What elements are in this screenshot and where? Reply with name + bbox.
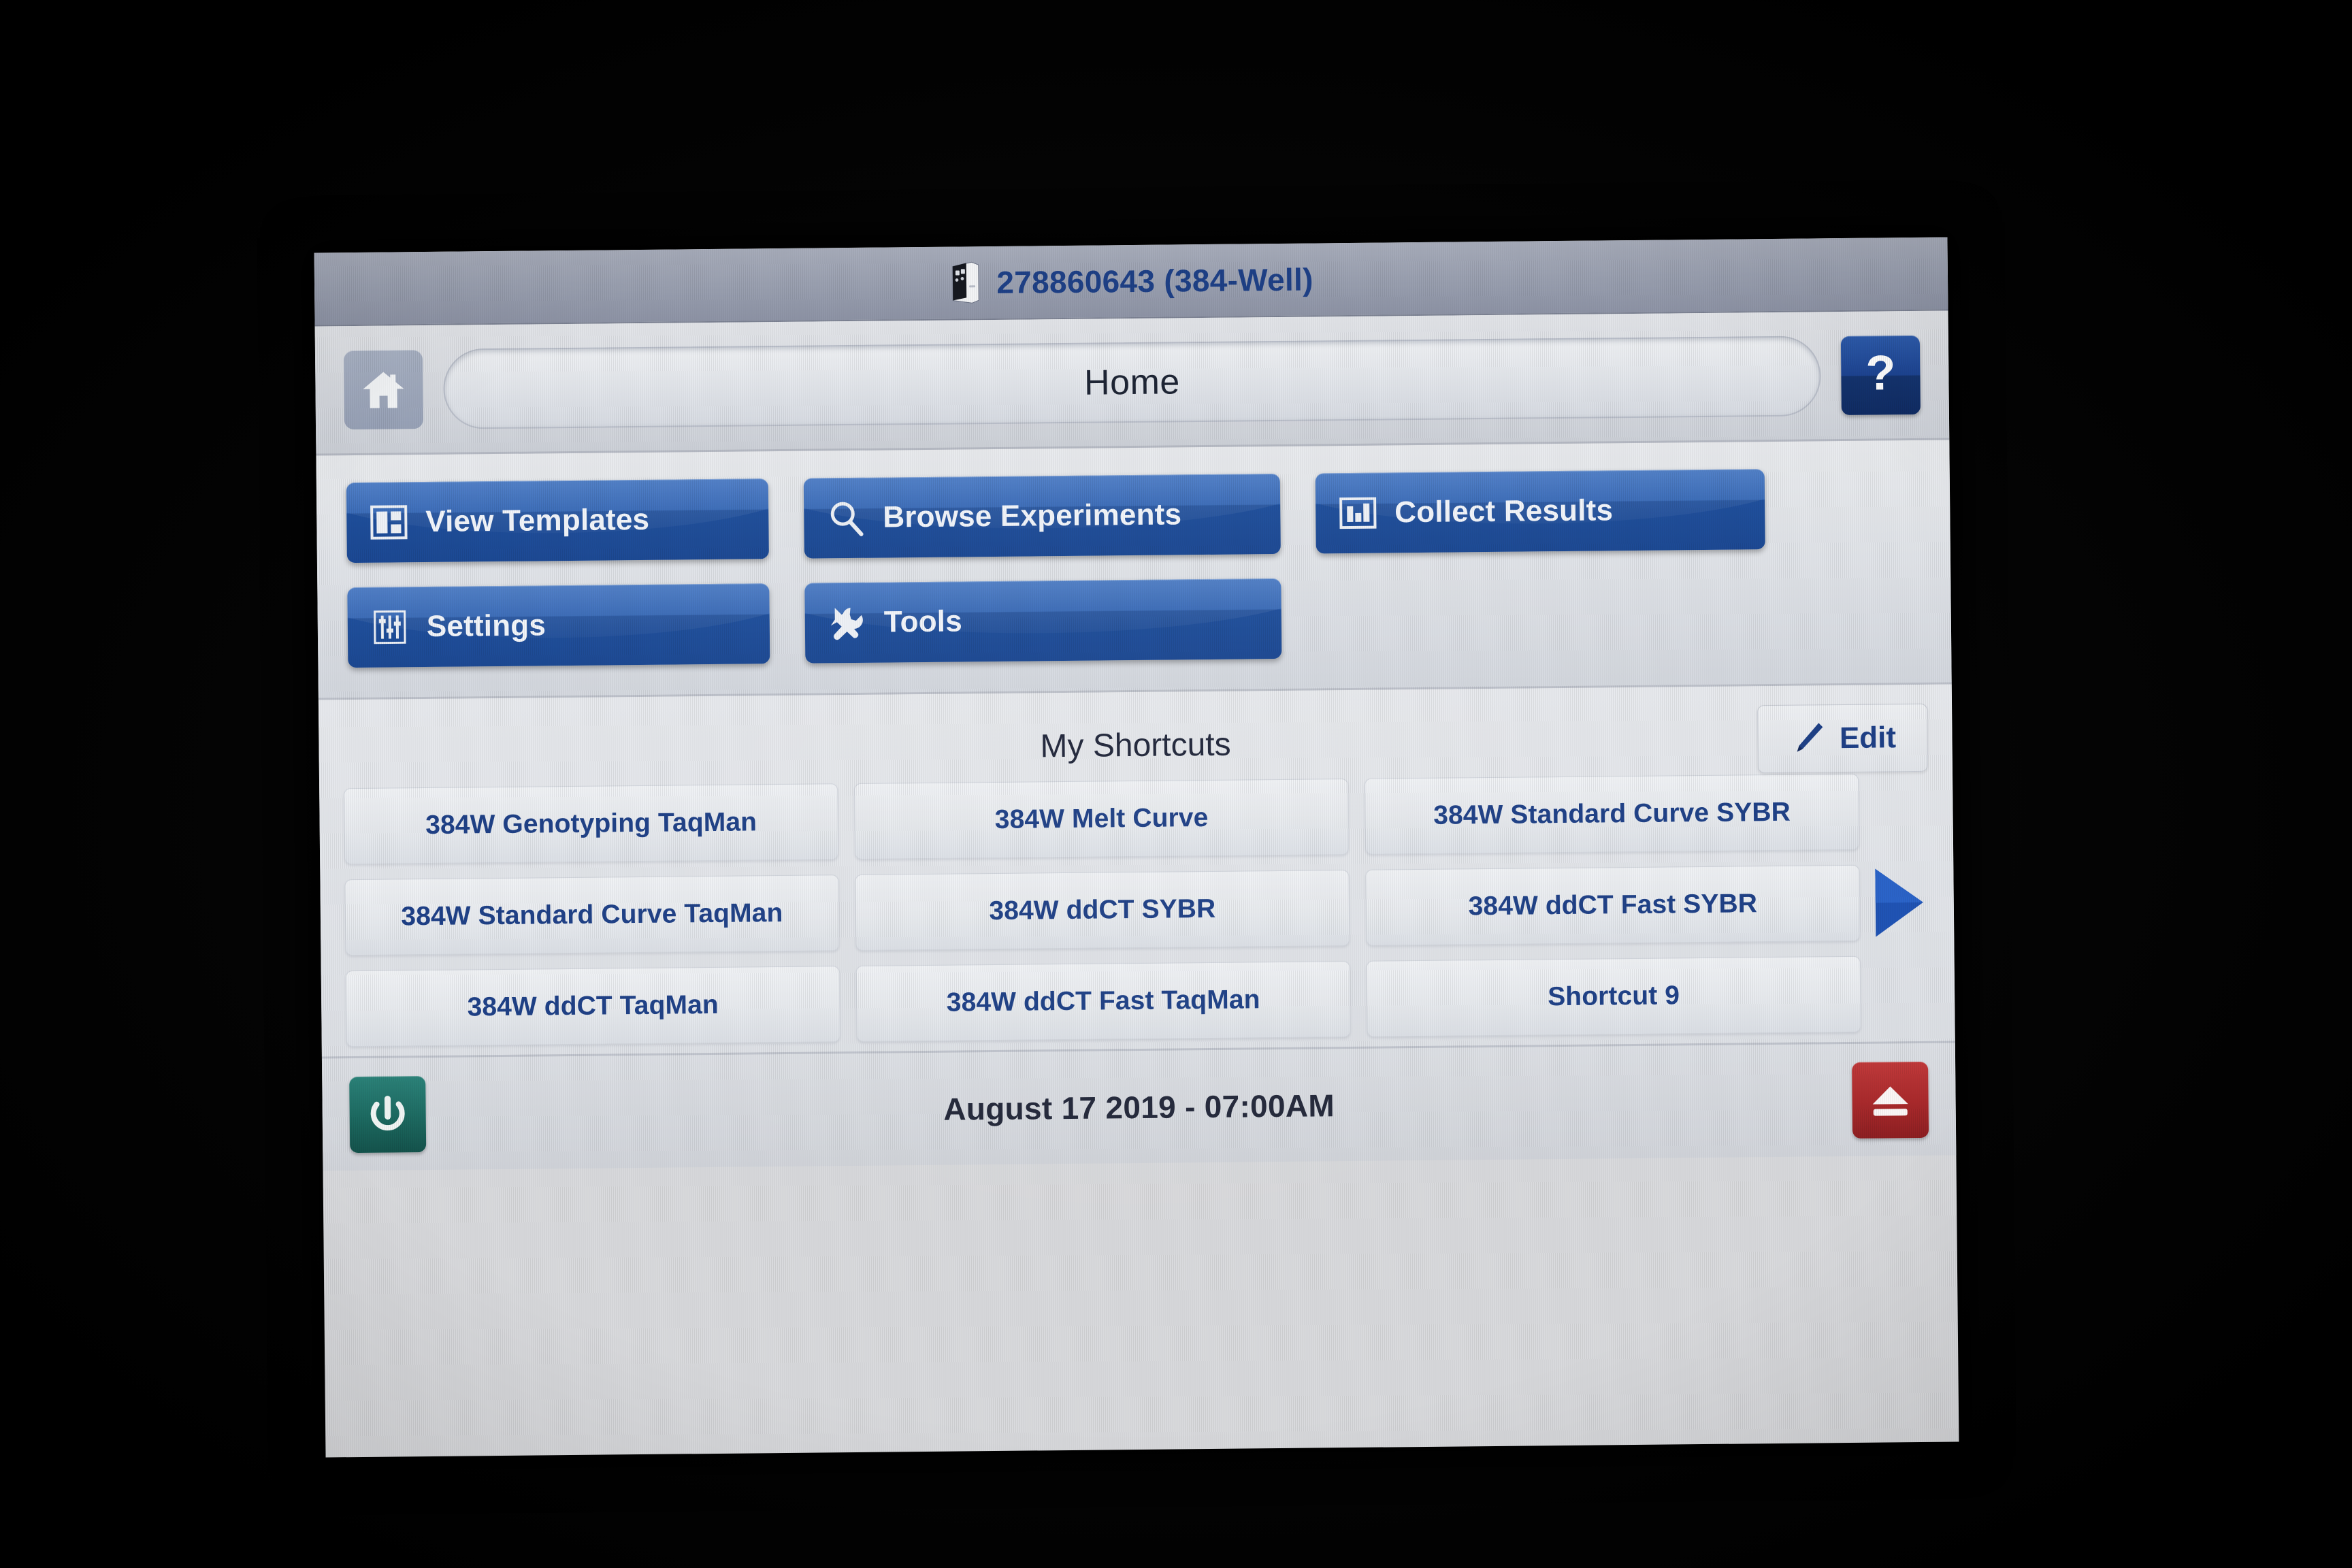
nav-bar: Home ? <box>314 310 1950 456</box>
shortcut-label: 384W Melt Curve <box>994 802 1209 834</box>
help-button[interactable]: ? <box>1840 335 1921 415</box>
shortcut-label: 384W Standard Curve SYBR <box>1433 797 1791 830</box>
browse-experiments-button[interactable]: Browse Experiments <box>803 473 1281 559</box>
help-icon: ? <box>1865 345 1896 401</box>
primary-actions-panel: View Templates Browse Experiments Collec… <box>316 440 1952 700</box>
tools-button[interactable]: Tools <box>804 578 1282 664</box>
shortcut-tile[interactable]: 384W ddCT TaqMan <box>345 966 840 1047</box>
shortcuts-heading: My Shortcuts <box>1040 726 1231 764</box>
templates-icon <box>370 505 408 540</box>
shortcut-tile[interactable]: 384W Standard Curve SYBR <box>1365 773 1860 855</box>
browse-experiments-label: Browse Experiments <box>883 497 1182 534</box>
shortcuts-panel: My Shortcuts Edit 384W Genotyping TaqMan… <box>318 684 1955 1057</box>
tools-label: Tools <box>883 604 963 639</box>
shortcut-tile[interactable]: 384W ddCT Fast TaqMan <box>855 960 1351 1042</box>
shortcut-tile[interactable]: 384W Genotyping TaqMan <box>344 783 839 865</box>
action-row-2: Settings Tools <box>347 572 1921 668</box>
view-templates-label: View Templates <box>425 502 650 539</box>
shortcut-label: 384W ddCT SYBR <box>989 894 1216 926</box>
datetime-label: August 17 2019 - 07:00AM <box>943 1087 1335 1127</box>
shortcuts-grid-wrap: 384W Genotyping TaqMan 384W Melt Curve 3… <box>344 773 1931 1047</box>
instrument-touchscreen: 278860643 (384-Well) Home ? View Templat… <box>314 237 1959 1458</box>
photographed-device-frame: 278860643 (384-Well) Home ? View Templat… <box>0 0 2352 1568</box>
tools-icon <box>830 608 863 640</box>
view-templates-button[interactable]: View Templates <box>346 478 769 564</box>
eject-button[interactable] <box>1852 1061 1929 1139</box>
status-bar: August 17 2019 - 07:00AM <box>321 1041 1957 1171</box>
shortcut-label: Shortcut 9 <box>1547 981 1680 1012</box>
shortcut-label: 384W ddCT Fast TaqMan <box>946 985 1260 1017</box>
action-row-1: View Templates Browse Experiments Collec… <box>346 468 1921 564</box>
settings-button[interactable]: Settings <box>347 583 770 668</box>
home-button[interactable] <box>343 349 424 429</box>
search-icon <box>830 502 864 536</box>
page-title-pill: Home <box>442 335 1821 429</box>
shortcut-label: 384W ddCT TaqMan <box>467 990 719 1022</box>
settings-label: Settings <box>426 608 546 643</box>
shortcut-label: 384W Genotyping TaqMan <box>425 807 757 840</box>
shortcut-tile[interactable]: Shortcut 9 <box>1366 956 1861 1037</box>
edit-label: Edit <box>1839 721 1897 755</box>
shortcut-tile[interactable]: 384W Melt Curve <box>854 779 1350 860</box>
home-icon <box>363 372 404 408</box>
page-title: Home <box>1083 361 1181 403</box>
collect-results-label: Collect Results <box>1394 493 1614 529</box>
collect-results-button[interactable]: Collect Results <box>1315 469 1765 554</box>
next-page-button[interactable] <box>1866 862 1929 944</box>
instrument-icon <box>952 261 980 304</box>
sliders-icon <box>374 610 406 644</box>
shortcut-label: 384W Standard Curve TaqMan <box>401 898 783 932</box>
eject-icon <box>1872 1085 1908 1116</box>
instrument-serial-label: 278860643 (384-Well) <box>996 261 1313 300</box>
shortcut-tile[interactable]: 384W ddCT SYBR <box>855 870 1350 951</box>
shortcut-tile[interactable]: 384W Standard Curve TaqMan <box>344 875 840 956</box>
bar-chart-icon <box>1339 497 1377 529</box>
shortcut-tile[interactable]: 384W ddCT Fast SYBR <box>1365 864 1861 946</box>
shortcuts-grid: 384W Genotyping TaqMan 384W Melt Curve 3… <box>344 773 1861 1047</box>
shortcut-label: 384W ddCT Fast SYBR <box>1468 889 1758 921</box>
edit-shortcuts-button[interactable]: Edit <box>1757 703 1928 774</box>
next-page-arrow-icon <box>1875 868 1923 937</box>
pencil-icon <box>1797 723 1823 752</box>
